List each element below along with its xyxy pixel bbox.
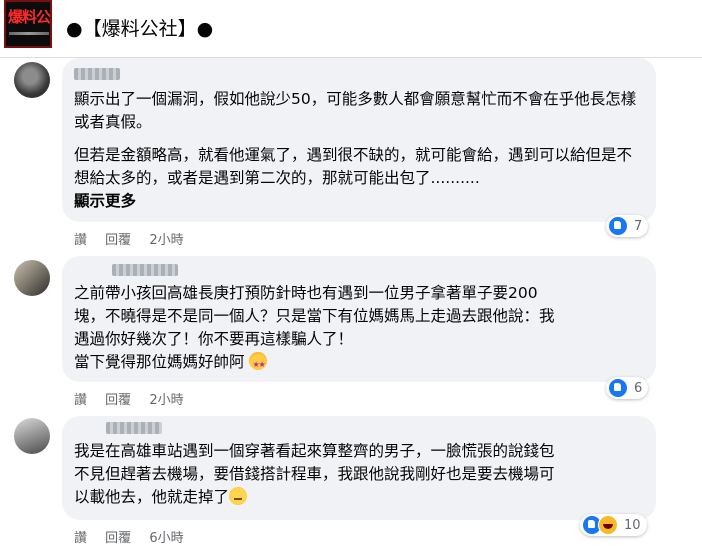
comment-bubble: 顯示出了一個漏洞，假如他說少50，可能多數人都會願意幫忙而不會在乎他長怎樣或者真… — [62, 58, 656, 237]
comment-line: 塊，不曉得是不是同一個人？只是當下有位媽媽馬上走過去跟他說：我 — [74, 307, 555, 325]
avatar[interactable] — [14, 418, 50, 454]
comment-line: 以載他去，他就走掉了 — [74, 486, 644, 509]
comment-line: 當下覺得那位媽媽好帥阿 — [74, 351, 644, 376]
comment-3: 我是在高雄車站遇到一個穿著看起來算整齊的男子，一臉慌張的說錢包 不見但趕著去機場… — [0, 416, 702, 546]
timestamp[interactable]: 2小時 — [149, 233, 183, 248]
avatar[interactable] — [14, 260, 50, 296]
post-header: 爆料公 ●【爆料公社】● — [0, 0, 702, 58]
comment-text: 我是在高雄車站遇到一個穿著看起來算整齊的男子，一臉慌張的說錢包 不見但趕著去機場… — [74, 440, 644, 509]
reaction-summary[interactable]: 7 — [606, 215, 649, 237]
reply-button[interactable]: 回覆 — [105, 531, 131, 546]
see-more-link[interactable]: 顯示更多 — [74, 190, 644, 213]
author-name-blurred[interactable] — [112, 264, 178, 276]
reply-button[interactable]: 回覆 — [105, 233, 131, 248]
comment-actions: 讚 回覆 6小時 — [74, 527, 198, 546]
comment-1: 顯示出了一個漏洞，假如他說少50，可能多數人都會願意幫忙而不會在乎他長怎樣或者真… — [0, 58, 702, 248]
timestamp[interactable]: 2小時 — [149, 393, 183, 408]
comment-text: 顯示出了一個漏洞，假如他說少50，可能多數人都會願意幫忙而不會在乎他長怎樣或者真… — [74, 88, 644, 213]
eye-roll-emoji-icon — [229, 487, 248, 505]
reaction-summary[interactable]: 6 — [606, 377, 649, 399]
haha-reaction-icon — [598, 515, 618, 535]
avatar[interactable] — [14, 62, 50, 98]
logo-text: 爆料公 — [8, 8, 51, 26]
comment-paragraph: 顯示出了一個漏洞，假如他說少50，可能多數人都會願意幫忙而不會在乎他長怎樣或者真… — [74, 90, 637, 131]
comment-line: 我是在高雄車站遇到一個穿著看起來算整齊的男子，一臉慌張的說錢包 — [74, 442, 555, 460]
star-struck-emoji-icon — [249, 352, 268, 376]
author-name-blurred[interactable] — [74, 68, 120, 80]
page-name[interactable]: ●【爆料公社】● — [66, 14, 213, 41]
reaction-count: 10 — [624, 517, 641, 533]
comment-text: 之前帶小孩回高雄長庚打預防針時也有遇到一位男子拿著單子要200 塊，不曉得是不是… — [74, 282, 644, 376]
comment-line: 不見但趕著去機場，要借錢搭計程車，我跟他說我剛好也是要去機場可 — [74, 465, 555, 483]
reaction-summary[interactable]: 10 — [580, 514, 647, 536]
author-name-blurred[interactable] — [106, 422, 162, 434]
reply-button[interactable]: 回覆 — [105, 393, 131, 408]
comment-bubble: 之前帶小孩回高雄長庚打預防針時也有遇到一位男子拿著單子要200 塊，不曉得是不是… — [62, 256, 656, 399]
like-button[interactable]: 讚 — [74, 531, 87, 546]
comment-actions: 讚 回覆 2小時 — [74, 389, 198, 408]
like-button[interactable]: 讚 — [74, 233, 87, 248]
timestamp[interactable]: 6小時 — [149, 531, 183, 546]
comment-2: 之前帶小孩回高雄長庚打預防針時也有遇到一位男子拿著單子要200 塊，不曉得是不是… — [0, 256, 702, 408]
comment-paragraph: 但若是金額略高，就看他運氣了，遇到很不缺的，就可能會給，遇到可以給但是不想給太多… — [74, 146, 633, 187]
reaction-count: 7 — [634, 218, 643, 234]
like-reaction-icon — [608, 378, 628, 398]
page-logo[interactable]: 爆料公 — [4, 0, 52, 48]
reaction-count: 6 — [634, 380, 643, 396]
comment-line: 遇過你好幾次了！你不要再這樣騙人了！ — [74, 330, 354, 348]
comment-actions: 讚 回覆 2小時 — [74, 229, 198, 248]
like-button[interactable]: 讚 — [74, 393, 87, 408]
like-reaction-icon — [608, 216, 628, 236]
logo-stripe — [9, 32, 49, 35]
comment-line: 之前帶小孩回高雄長庚打預防針時也有遇到一位男子拿著單子要200 — [74, 284, 538, 302]
comment-bubble: 我是在高雄車站遇到一個穿著看起來算整齊的男子，一臉慌張的說錢包 不見但趕著去機場… — [62, 416, 656, 536]
